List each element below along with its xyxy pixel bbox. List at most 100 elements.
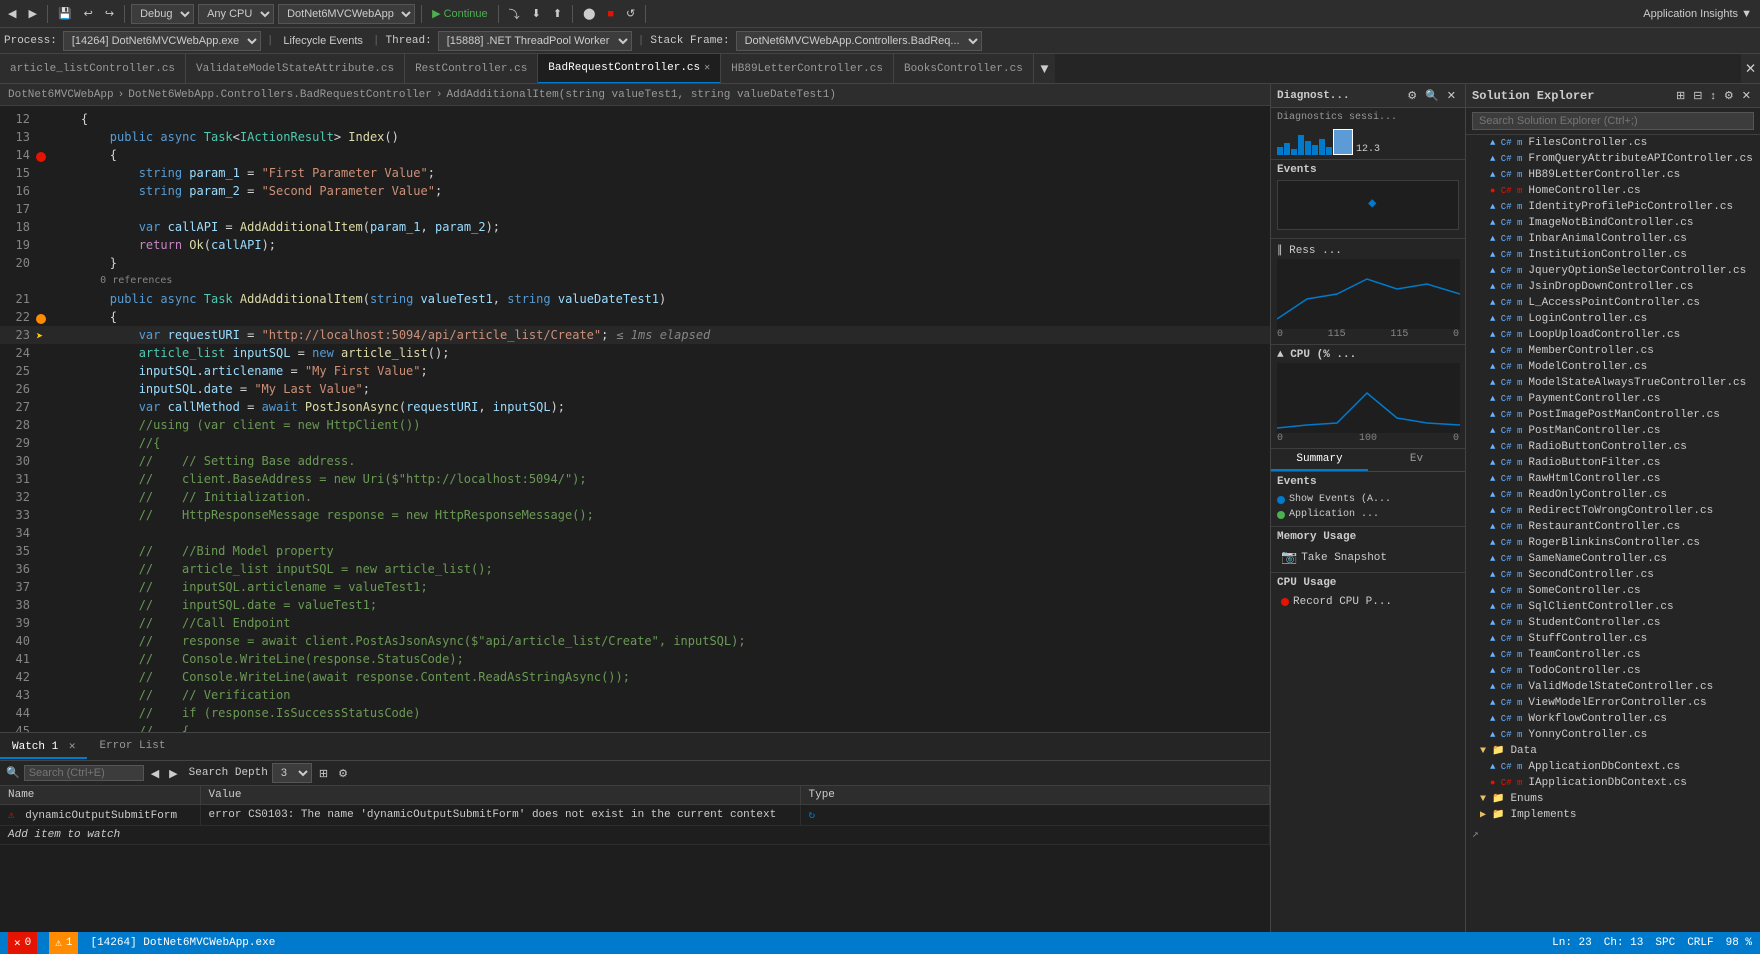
diag-application-row[interactable]: Application ... xyxy=(1277,507,1459,522)
sol-item-todo[interactable]: ▲ C# m TodoController.cs xyxy=(1466,663,1760,679)
sol-close-btn[interactable]: ✕ xyxy=(1739,88,1754,103)
sol-item-redirect[interactable]: ▲ C# m RedirectToWrongController.cs xyxy=(1466,503,1760,519)
sol-item-workflow[interactable]: ▲ C# m WorkflowController.cs xyxy=(1466,711,1760,727)
watch1-close[interactable]: ✕ xyxy=(69,741,76,753)
sol-item-member[interactable]: ▲ C# m MemberController.cs xyxy=(1466,343,1760,359)
sol-item-raw-html[interactable]: ▲ C# m RawHtmlController.cs xyxy=(1466,471,1760,487)
app-insights-btn[interactable]: Application Insights ▼ xyxy=(1639,6,1756,22)
sol-item-institution[interactable]: ▲ C# m InstitutionController.cs xyxy=(1466,247,1760,263)
sol-search-input[interactable] xyxy=(1472,112,1754,130)
sol-item-enums-folder[interactable]: ▼ 📁 Enums xyxy=(1466,791,1760,807)
tabs-overflow-btn[interactable]: ▼ xyxy=(1034,54,1055,84)
tab-watch1[interactable]: Watch 1 ✕ xyxy=(0,735,87,759)
sol-item-restaurant[interactable]: ▲ C# m RestaurantController.cs xyxy=(1466,519,1760,535)
tab-error-list[interactable]: Error List xyxy=(87,736,177,758)
tab-close-bad-request[interactable]: ✕ xyxy=(704,62,710,74)
stop-btn[interactable]: ■ xyxy=(603,6,618,22)
sol-item-implements-folder[interactable]: ▶ 📁 Implements xyxy=(1466,807,1760,823)
status-error-count[interactable]: ✕ 0 xyxy=(8,932,37,954)
sol-item-post-image[interactable]: ▲ C# m PostImagePostManController.cs xyxy=(1466,407,1760,423)
sol-collapse-btn[interactable]: ↕ xyxy=(1707,88,1719,103)
sol-item-iapp-db-context[interactable]: ● C# m IApplicationDbContext.cs xyxy=(1466,775,1760,791)
sol-item-model[interactable]: ▲ C# m ModelController.cs xyxy=(1466,359,1760,375)
tab-bad-request-controller[interactable]: BadRequestController.cs ✕ xyxy=(538,54,721,84)
sol-item-some[interactable]: ▲ C# m SomeController.cs xyxy=(1466,583,1760,599)
sol-item-payment[interactable]: ▲ C# m PaymentController.cs xyxy=(1466,391,1760,407)
sol-item-valid-model[interactable]: ▲ C# m ValidModelStateController.cs xyxy=(1466,679,1760,695)
diag-close-btn[interactable]: ✕ xyxy=(1444,88,1459,103)
tab-rest-controller[interactable]: RestController.cs xyxy=(405,54,538,84)
diag-settings-btn[interactable]: ⚙ xyxy=(1404,88,1420,103)
sol-item-from-query[interactable]: ▲ C# m FromQueryAttributeAPIController.c… xyxy=(1466,151,1760,167)
continue-btn[interactable]: ▶ Continue xyxy=(428,5,492,22)
watch-nav-next[interactable]: ▶ xyxy=(166,766,180,781)
forward-btn[interactable]: ▶ xyxy=(24,5,40,22)
sol-item-image-not-bind[interactable]: ▲ C# m ImageNotBindController.cs xyxy=(1466,215,1760,231)
editor-scroll-area[interactable]: 12 { 13 public async Task<IActionResult>… xyxy=(0,106,1270,732)
sol-item-login[interactable]: ▲ C# m LoginController.cs xyxy=(1466,311,1760,327)
watch-add-row[interactable]: Add item to watch xyxy=(0,826,1270,845)
sol-item-roger[interactable]: ▲ C# m RogerBlinkinsController.cs xyxy=(1466,535,1760,551)
search-depth-selector[interactable]: 3 xyxy=(272,763,312,783)
sol-item-model-state[interactable]: ▲ C# m ModelStateAlwaysTrueController.cs xyxy=(1466,375,1760,391)
sol-item-stuff[interactable]: ▲ C# m StuffController.cs xyxy=(1466,631,1760,647)
sol-item-app-db-context[interactable]: ▲ C# m ApplicationDbContext.cs xyxy=(1466,759,1760,775)
record-cpu-btn[interactable]: Record CPU P... xyxy=(1277,593,1459,611)
lifecycle-events-btn[interactable]: Lifecycle Events xyxy=(279,33,366,49)
watch-search-input[interactable] xyxy=(24,765,144,781)
diag-search-btn[interactable]: 🔍 xyxy=(1422,88,1442,103)
sol-item-team[interactable]: ▲ C# m TeamController.cs xyxy=(1466,647,1760,663)
sol-item-view-model-error[interactable]: ▲ C# m ViewModelErrorController.cs xyxy=(1466,695,1760,711)
sol-item-files-controller[interactable]: ▲ C# m FilesController.cs xyxy=(1466,135,1760,151)
sol-item-second[interactable]: ▲ C# m SecondController.cs xyxy=(1466,567,1760,583)
sol-settings-btn[interactable]: ⚙ xyxy=(1721,88,1737,103)
sol-sync-btn[interactable]: ⊞ xyxy=(1673,88,1688,103)
sol-item-hb89[interactable]: ▲ C# m HB89LetterController.cs xyxy=(1466,167,1760,183)
sol-item-jsin[interactable]: ▲ C# m JsinDropDownController.cs xyxy=(1466,279,1760,295)
cpu-dropdown[interactable]: Any CPU xyxy=(198,4,274,24)
sol-item-home[interactable]: ● C# m HomeController.cs xyxy=(1466,183,1760,199)
thread-selector[interactable]: [15888] .NET ThreadPool Worker xyxy=(438,31,632,51)
save-btn[interactable]: 💾 xyxy=(54,5,76,22)
sol-item-sql-client[interactable]: ▲ C# m SqlClientController.cs xyxy=(1466,599,1760,615)
sol-item-read-only[interactable]: ▲ C# m ReadOnlyController.cs xyxy=(1466,487,1760,503)
sol-item-same-name[interactable]: ▲ C# m SameNameController.cs xyxy=(1466,551,1760,567)
sol-item-identity[interactable]: ▲ C# m IdentityProfilePicController.cs xyxy=(1466,199,1760,215)
undo-btn[interactable]: ↩ xyxy=(80,5,97,22)
sol-item-jquery[interactable]: ▲ C# m JqueryOptionSelectorController.cs xyxy=(1466,263,1760,279)
sol-filter-btn[interactable]: ⊟ xyxy=(1690,88,1705,103)
sol-item-l-access[interactable]: ▲ C# m L_AccessPointController.cs xyxy=(1466,295,1760,311)
diag-tab-summary[interactable]: Summary xyxy=(1271,449,1368,471)
sol-item-yonny[interactable]: ▲ C# m YonnyController.cs xyxy=(1466,727,1760,743)
status-warn-count[interactable]: ⚠ 1 xyxy=(49,932,78,954)
sol-item-inbar-animal[interactable]: ▲ C# m InbarAnimalController.cs xyxy=(1466,231,1760,247)
sol-item-data-folder[interactable]: ▼ 📁 Data xyxy=(1466,743,1760,759)
restart-btn[interactable]: ↺ xyxy=(622,5,639,22)
sol-item-postman[interactable]: ▲ C# m PostManController.cs xyxy=(1466,423,1760,439)
sol-item-radio-filter[interactable]: ▲ C# m RadioButtonFilter.cs xyxy=(1466,455,1760,471)
step-over-btn[interactable]: ⤵ xyxy=(505,4,524,24)
tab-books-controller[interactable]: BooksController.cs xyxy=(894,54,1034,84)
watch-add-label[interactable]: Add item to watch xyxy=(0,826,1270,845)
watch-settings-btn[interactable]: ⚙ xyxy=(335,766,351,781)
diag-show-events-row[interactable]: Show Events (A... xyxy=(1277,492,1459,507)
sol-item-student[interactable]: ▲ C# m StudentController.cs xyxy=(1466,615,1760,631)
redo-btn[interactable]: ↪ xyxy=(101,5,118,22)
step-out-btn[interactable]: ⬆ xyxy=(549,5,566,22)
code-editor[interactable]: 12 { 13 public async Task<IActionResult>… xyxy=(0,106,1270,732)
tab-article-list-controller[interactable]: article_listController.cs xyxy=(0,54,186,84)
process-selector[interactable]: [14264] DotNet6MVCWebApp.exe xyxy=(63,31,261,51)
step-into-btn[interactable]: ⬇ xyxy=(528,5,545,22)
back-btn[interactable]: ◀ xyxy=(4,5,20,22)
diag-tab-events[interactable]: Ev xyxy=(1368,449,1465,471)
app-dropdown[interactable]: DotNet6MVCWebApp xyxy=(278,4,415,24)
take-snapshot-btn[interactable]: 📷 Take Snapshot xyxy=(1277,547,1459,568)
sol-item-radio-button[interactable]: ▲ C# m RadioButtonController.cs xyxy=(1466,439,1760,455)
watch-expand-btn[interactable]: ⊞ xyxy=(316,766,331,781)
debug-dropdown[interactable]: Debug xyxy=(131,4,194,24)
breakpoints-btn[interactable]: ⬤ xyxy=(579,5,599,22)
stack-selector[interactable]: DotNet6MVCWebApp.Controllers.BadReq... xyxy=(736,31,982,51)
tabs-close-all-btn[interactable]: ✕ xyxy=(1741,54,1760,84)
watch-nav-prev[interactable]: ◀ xyxy=(148,766,162,781)
tab-hb89-controller[interactable]: HB89LetterController.cs xyxy=(721,54,894,84)
